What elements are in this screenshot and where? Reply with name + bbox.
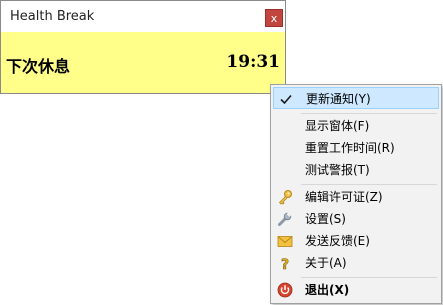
menu-item-show-window[interactable]: 显示窗体(F) [273, 115, 439, 137]
health-break-window: Health Break x 下次休息 19:31 [0, 0, 286, 94]
menu-item-send-feedback[interactable]: 发送反馈(E) [273, 230, 439, 252]
next-break-label: 下次休息 [6, 57, 71, 76]
menu-item-about[interactable]: ? 关于(A) [273, 252, 439, 274]
envelope-icon [277, 233, 293, 249]
menu-item-label: 发送反馈(E) [305, 234, 370, 248]
check-icon [278, 91, 294, 107]
menu-item-settings[interactable]: 设置(S) [273, 208, 439, 230]
menu-separator [301, 184, 437, 185]
menu-item-label: 重置工作时间(R) [305, 141, 395, 155]
close-button[interactable]: x [265, 9, 283, 27]
power-icon [277, 282, 293, 298]
menu-item-label: 测试警报(T) [305, 163, 370, 177]
menu-item-update-notification[interactable]: 更新通知(Y) [273, 87, 439, 109]
menu-item-exit[interactable]: 退出(X) [273, 279, 439, 301]
title-bar[interactable]: Health Break x [1, 1, 285, 32]
menu-item-label: 退出(X) [305, 283, 350, 297]
key-icon [277, 189, 293, 205]
question-icon: ? [277, 255, 293, 271]
next-break-panel: 下次休息 19:31 [1, 32, 285, 93]
menu-separator [301, 277, 437, 278]
menu-item-edit-license[interactable]: 编辑许可证(Z) [273, 186, 439, 208]
menu-item-label: 设置(S) [305, 212, 346, 226]
menu-item-label: 显示窗体(F) [305, 119, 370, 133]
wrench-icon [277, 211, 293, 227]
menu-item-reset-work-time[interactable]: 重置工作时间(R) [273, 137, 439, 159]
next-break-time: 19:31 [226, 52, 280, 72]
menu-item-test-alarm[interactable]: 测试警报(T) [273, 159, 439, 181]
window-title: Health Break [10, 9, 95, 24]
context-menu: 更新通知(Y) 显示窗体(F) 重置工作时间(R) 测试警报(T) 编辑许可证(… [270, 84, 442, 304]
menu-item-label: 关于(A) [305, 256, 347, 270]
menu-item-label: 更新通知(Y) [306, 92, 371, 106]
menu-separator [301, 113, 437, 114]
menu-item-label: 编辑许可证(Z) [305, 190, 383, 204]
svg-text:?: ? [281, 257, 289, 271]
